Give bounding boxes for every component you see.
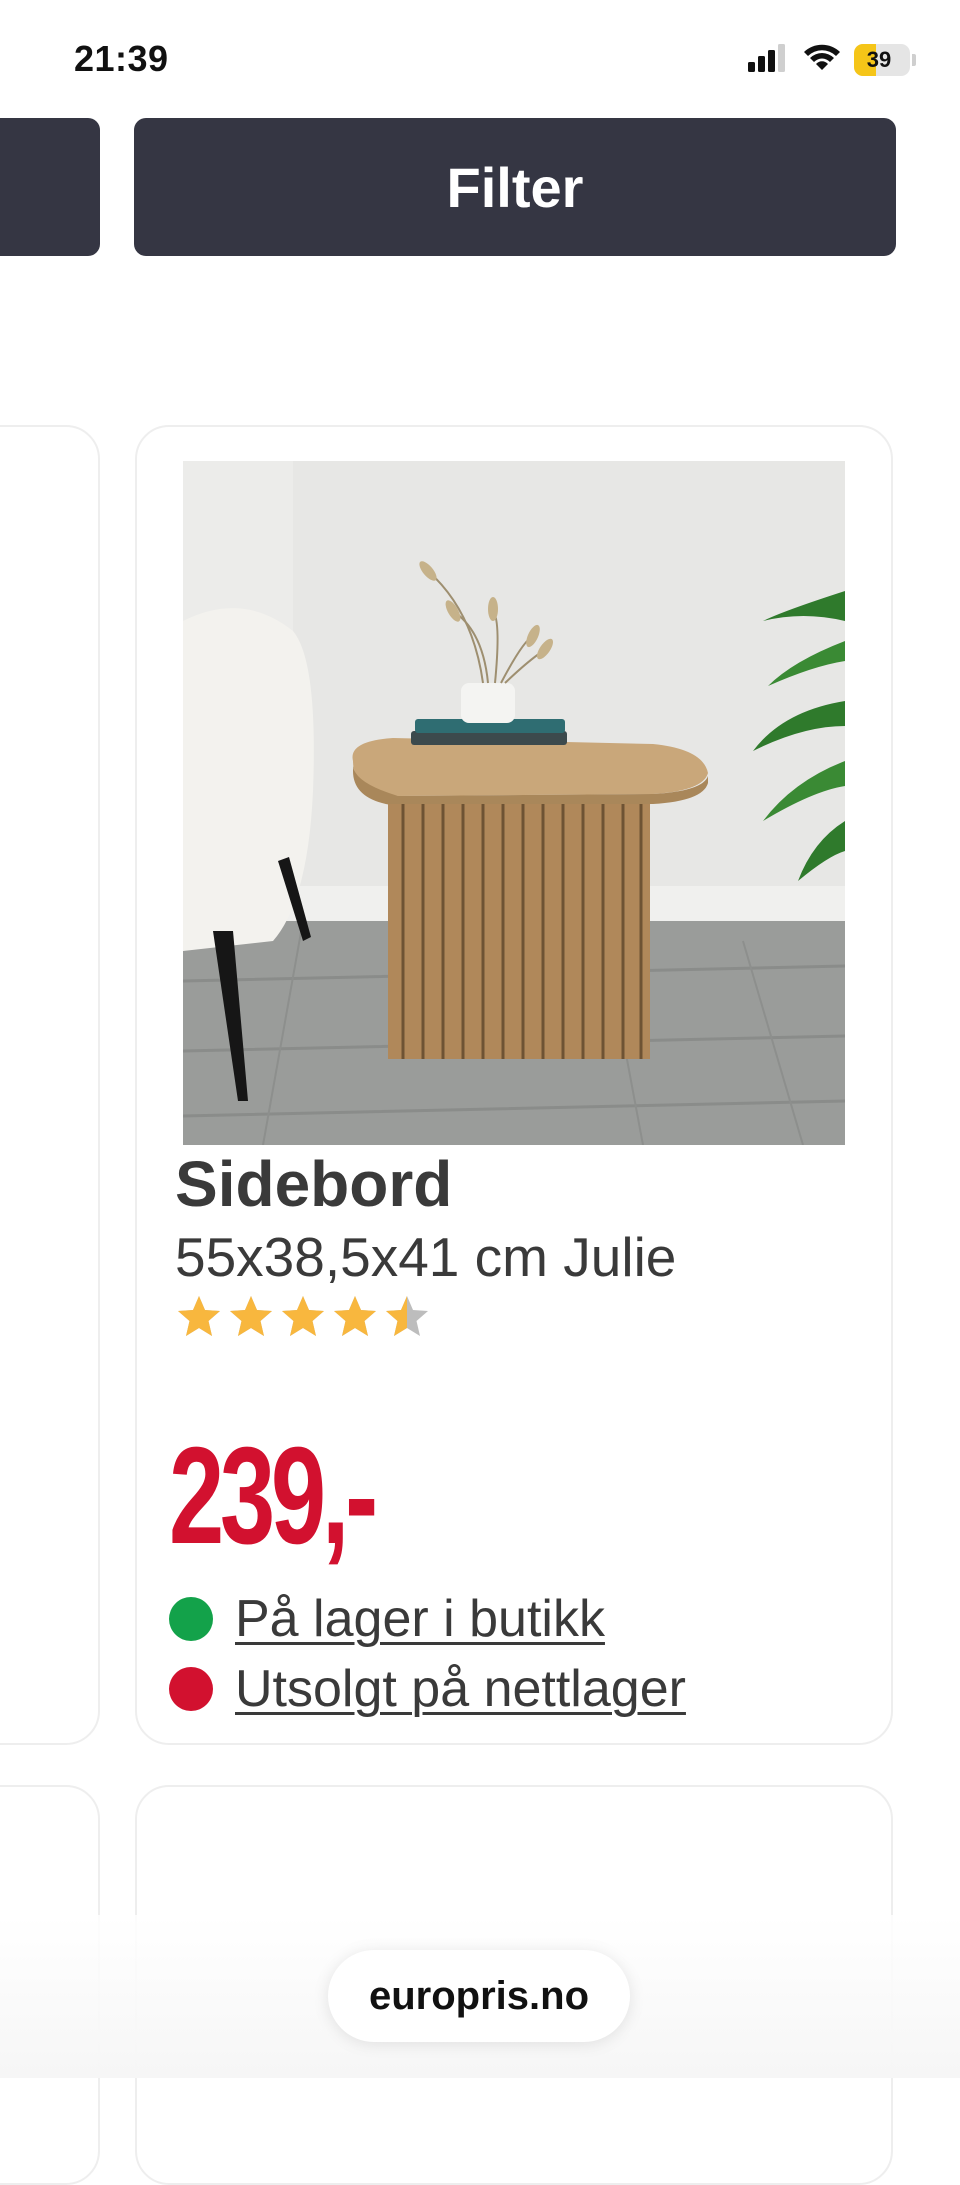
battery-icon: 39: [854, 43, 916, 76]
product-card-partial[interactable]: [0, 425, 100, 1745]
availability-store-link[interactable]: På lager i butikk: [235, 1589, 605, 1649]
product-image[interactable]: [183, 461, 845, 1145]
star-icon: [331, 1293, 379, 1341]
filter-button[interactable]: Filter: [134, 118, 896, 256]
star-icon: [175, 1293, 223, 1341]
battery-level: 39: [866, 46, 892, 72]
cellular-signal-icon: [748, 42, 790, 77]
product-price: 239,-: [169, 1419, 378, 1573]
availability-store[interactable]: På lager i butikk: [169, 1589, 605, 1649]
url-bar[interactable]: europris.no: [328, 1950, 630, 2042]
status-icons: 39: [748, 42, 916, 77]
availability-online[interactable]: Utsolgt på nettlager: [169, 1659, 686, 1719]
product-title[interactable]: Sidebord: [175, 1147, 452, 1221]
star-icon: [383, 1293, 431, 1341]
star-icon: [227, 1293, 275, 1341]
product-card[interactable]: Sidebord 55x38,5x41 cm Julie 239,- På la…: [135, 425, 893, 1745]
star-icon: [279, 1293, 327, 1341]
sort-button[interactable]: [0, 118, 100, 256]
status-bar: 21:39 39: [0, 0, 960, 110]
status-dot-icon: [169, 1597, 213, 1641]
product-subtitle[interactable]: 55x38,5x41 cm Julie: [175, 1225, 676, 1289]
rating-stars: [175, 1293, 431, 1347]
status-dot-icon: [169, 1667, 213, 1711]
availability-online-link[interactable]: Utsolgt på nettlager: [235, 1659, 686, 1719]
wifi-icon: [802, 42, 842, 77]
status-time: 21:39: [74, 38, 169, 79]
